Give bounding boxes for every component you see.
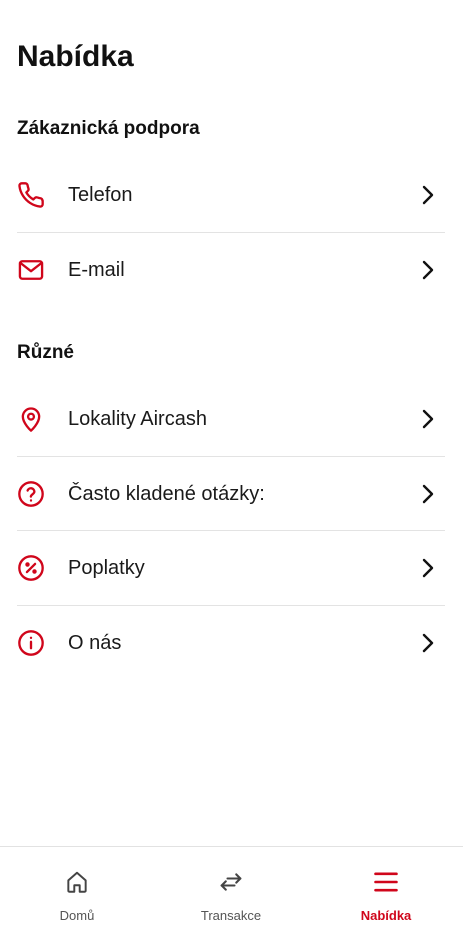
menu-item-faq[interactable]: Často kladené otázky: (0, 457, 463, 531)
menu-item-fees[interactable]: Poplatky (0, 531, 463, 605)
chevron-right-icon (418, 484, 438, 504)
nav-item-transactions[interactable]: Transakce (154, 847, 308, 933)
menu-icon (371, 867, 401, 897)
menu-item-label: Lokality Aircash (68, 407, 207, 430)
menu-item-aircash-locations[interactable]: Lokality Aircash (0, 382, 463, 456)
mail-icon (17, 256, 45, 284)
menu-item-label: Telefon (68, 183, 133, 206)
page-title: Nabídka (17, 40, 134, 73)
transfer-arrows-icon (216, 867, 246, 897)
chevron-right-icon (418, 260, 438, 280)
chevron-right-icon (418, 409, 438, 429)
nav-label: Domů (59, 908, 95, 923)
info-circle-icon (17, 629, 45, 657)
section-title-customer-support: Zákaznická podpora (17, 118, 200, 139)
menu-item-label: Poplatky (68, 556, 145, 579)
menu-item-phone[interactable]: Telefon (0, 158, 463, 232)
chevron-right-icon (418, 185, 438, 205)
bottom-nav: Domů Transakce Nabídka (0, 846, 463, 933)
menu-item-label: O nás (68, 631, 122, 654)
nav-item-menu[interactable]: Nabídka (309, 847, 463, 933)
home-icon (62, 867, 92, 897)
menu-item-label: Často kladené otázky: (68, 482, 265, 505)
section-title-misc: Různé (17, 342, 74, 363)
chevron-right-icon (418, 633, 438, 653)
location-pin-icon (17, 405, 45, 433)
chevron-right-icon (418, 558, 438, 578)
percent-circle-icon (17, 554, 45, 582)
nav-label: Nabídka (360, 908, 412, 923)
nav-label: Transakce (200, 908, 262, 923)
menu-item-about[interactable]: O nás (0, 606, 463, 680)
phone-icon (17, 181, 45, 209)
menu-item-email[interactable]: E-mail (0, 233, 463, 307)
menu-item-label: E-mail (68, 258, 125, 281)
nav-item-home[interactable]: Domů (0, 847, 154, 933)
question-circle-icon (17, 480, 45, 508)
